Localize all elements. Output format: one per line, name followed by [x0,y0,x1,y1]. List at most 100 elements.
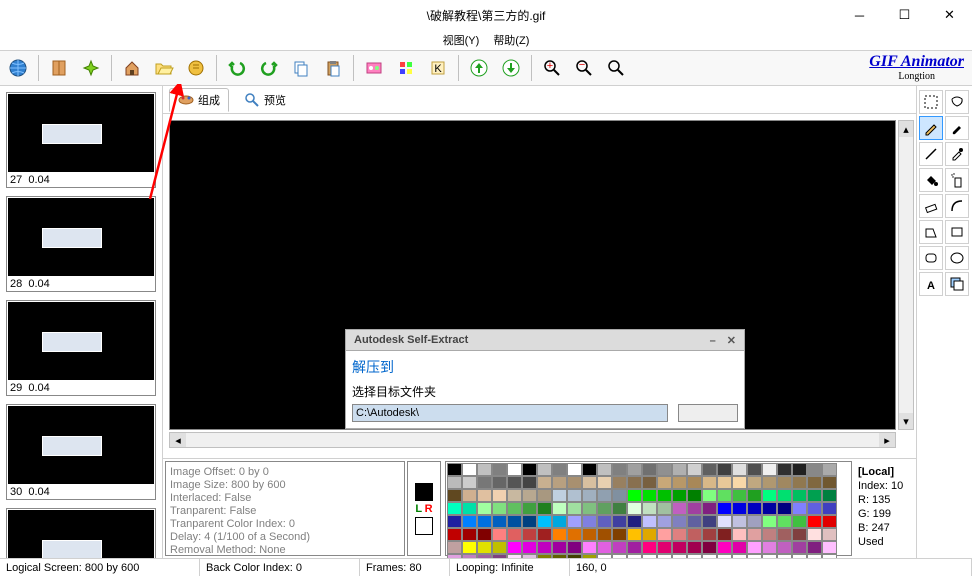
palette-swatch[interactable] [492,463,507,476]
palette-swatch[interactable] [657,515,672,528]
palette-swatch[interactable] [537,502,552,515]
rect-icon[interactable] [945,220,969,244]
palette-swatch[interactable] [612,528,627,541]
palette-swatch[interactable] [492,528,507,541]
palette-swatch[interactable] [672,528,687,541]
palette-swatch[interactable] [672,502,687,515]
color-palette[interactable] [445,461,852,556]
curve-icon[interactable] [945,194,969,218]
palette-swatch[interactable] [567,502,582,515]
palette-swatch[interactable] [717,515,732,528]
select-rect-icon[interactable] [919,90,943,114]
palette-swatch[interactable] [822,489,837,502]
palette-swatch[interactable] [462,528,477,541]
palette-swatch[interactable] [747,489,762,502]
menu-view[interactable]: 视图(Y) [443,32,480,48]
frame-thumb[interactable]: 30 0.04 [6,404,156,500]
palette-swatch[interactable] [657,528,672,541]
palette-swatch[interactable] [477,515,492,528]
palette-swatch[interactable] [807,476,822,489]
palette-swatch[interactable] [717,489,732,502]
palette-swatch[interactable] [777,528,792,541]
palette-swatch[interactable] [732,476,747,489]
palette-swatch[interactable] [537,528,552,541]
palette-swatch[interactable] [687,528,702,541]
palette-swatch[interactable] [642,463,657,476]
palette-swatch[interactable] [492,554,507,558]
palette-swatch[interactable] [447,528,462,541]
palette-swatch[interactable] [582,554,597,558]
palette-swatch[interactable] [477,463,492,476]
palette-swatch[interactable] [702,489,717,502]
palette-swatch[interactable] [462,476,477,489]
palette-swatch[interactable] [552,476,567,489]
palette-swatch[interactable] [822,528,837,541]
palette-swatch[interactable] [522,515,537,528]
pencil-icon[interactable] [919,116,943,140]
effects-icon[interactable] [360,54,388,82]
palette-swatch[interactable] [582,502,597,515]
palette-swatch[interactable] [642,515,657,528]
eyedropper-icon[interactable] [945,142,969,166]
palette-swatch-empty[interactable] [702,554,717,558]
palette-swatch[interactable] [612,502,627,515]
palette-swatch[interactable] [792,489,807,502]
spray-icon[interactable] [945,168,969,192]
palette-swatch[interactable] [642,541,657,554]
palette-swatch[interactable] [552,554,567,558]
palette-swatch[interactable] [522,554,537,558]
palette-swatch[interactable] [627,528,642,541]
palette-swatch[interactable] [462,489,477,502]
palette-swatch[interactable] [642,489,657,502]
line-icon[interactable] [919,142,943,166]
palette-swatch-empty[interactable] [762,554,777,558]
palette-swatch[interactable] [567,554,582,558]
palette-swatch[interactable] [522,476,537,489]
palette-swatch[interactable] [732,541,747,554]
palette-swatch[interactable] [507,489,522,502]
palette-swatch[interactable] [612,515,627,528]
palette-swatch[interactable] [672,463,687,476]
palette-swatch[interactable] [462,541,477,554]
palette-swatch[interactable] [702,528,717,541]
palette-swatch[interactable] [777,463,792,476]
minimize-button[interactable]: ─ [837,0,882,30]
palette-swatch[interactable] [717,463,732,476]
palette-swatch[interactable] [762,476,777,489]
palette-swatch[interactable] [687,502,702,515]
palette-swatch[interactable] [492,502,507,515]
palette-swatch[interactable] [792,515,807,528]
palette-swatch[interactable] [507,463,522,476]
palette-swatch[interactable] [702,515,717,528]
palette-swatch[interactable] [762,528,777,541]
palette-swatch-empty[interactable] [822,554,837,558]
palette-swatch[interactable] [567,463,582,476]
palette-swatch[interactable] [672,489,687,502]
palette-swatch[interactable] [807,515,822,528]
palette-swatch[interactable] [687,541,702,554]
palette-swatch[interactable] [492,476,507,489]
palette-swatch[interactable] [672,515,687,528]
browse-button[interactable] [678,404,738,422]
palette-swatch[interactable] [822,541,837,554]
undo-icon[interactable] [223,54,251,82]
palette-swatch[interactable] [612,463,627,476]
palette-swatch[interactable] [522,528,537,541]
palette-swatch[interactable] [582,489,597,502]
palette-swatch[interactable] [537,541,552,554]
down-icon[interactable] [497,54,525,82]
globe-icon[interactable] [4,54,32,82]
palette-swatch[interactable] [477,554,492,558]
palette-swatch[interactable] [672,476,687,489]
palette-swatch[interactable] [807,489,822,502]
book-icon[interactable] [45,54,73,82]
lr-color-box[interactable]: L R [407,461,441,556]
palette-swatch[interactable] [477,502,492,515]
palette-swatch[interactable] [612,489,627,502]
palette-swatch[interactable] [597,463,612,476]
palette-swatch-empty[interactable] [807,554,822,558]
paste-icon[interactable] [319,54,347,82]
palette-swatch[interactable] [822,502,837,515]
palette-swatch[interactable] [717,541,732,554]
palette-swatch[interactable] [462,554,477,558]
